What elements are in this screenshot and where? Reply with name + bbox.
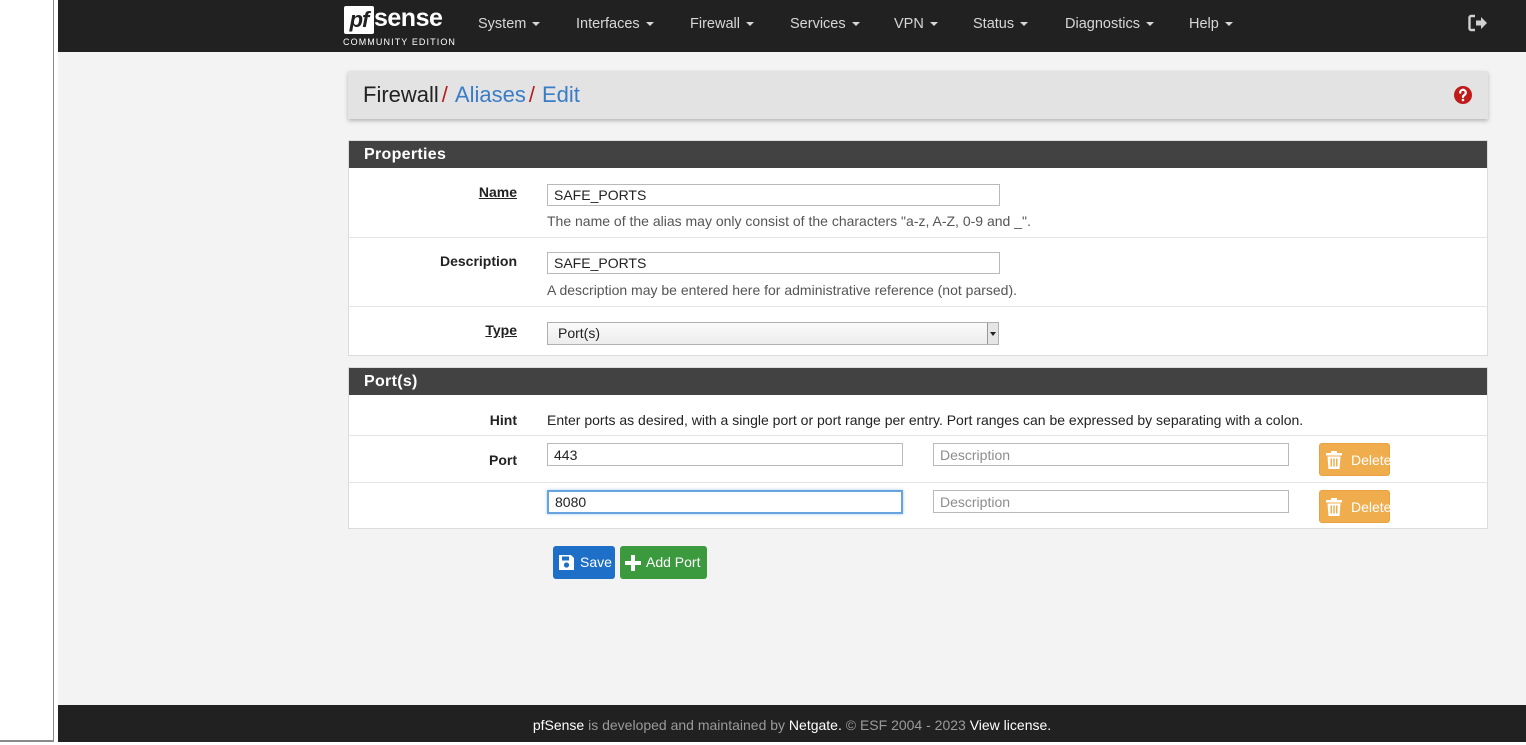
save-label: Save <box>580 554 612 570</box>
footer: pfSense is developed and maintained by N… <box>58 705 1526 742</box>
logo-mark: pf <box>344 6 374 34</box>
breadcrumb-separator: / <box>441 82 448 107</box>
breadcrumb-aliases-link[interactable]: Aliases <box>455 82 526 107</box>
top-navbar: pf sense COMMUNITY EDITION System Interf… <box>58 0 1526 52</box>
hint-text: Enter ports as desired, with a single po… <box>547 412 1304 428</box>
port-row: Port Delete <box>349 435 1487 482</box>
chevron-down-icon <box>929 22 938 27</box>
port-input-1[interactable] <box>547 443 903 466</box>
chevron-down-icon <box>645 22 654 27</box>
nav-help[interactable]: Help <box>1189 0 1233 48</box>
description-help-text: A description may be entered here for ad… <box>547 282 1018 298</box>
nav-firewall-label: Firewall <box>690 16 740 32</box>
name-label: Name <box>478 184 517 200</box>
port-description-input-2[interactable] <box>933 490 1289 513</box>
type-label: Type <box>485 322 517 338</box>
save-icon <box>559 555 574 570</box>
properties-panel: Properties Name The name of the alias ma… <box>348 140 1488 356</box>
breadcrumb: Firewall / Aliases / Edit <box>363 82 580 108</box>
footer-text-2: © ESF 2004 - 2023 <box>841 717 970 733</box>
port-input-2[interactable] <box>547 490 903 514</box>
nav-vpn-label: VPN <box>894 16 924 32</box>
plus-icon <box>625 555 641 571</box>
nav-services-label: Services <box>790 16 846 32</box>
select-arrow-icon <box>987 323 998 344</box>
nav-diagnostics-label: Diagnostics <box>1065 16 1140 32</box>
hint-label: Hint <box>489 412 517 428</box>
ports-heading: Port(s) <box>349 368 1487 395</box>
trash-icon <box>1326 498 1342 516</box>
breadcrumb-bar: Firewall / Aliases / Edit <box>348 71 1488 119</box>
footer-netgate-link[interactable]: Netgate. <box>789 717 842 733</box>
chevron-down-icon <box>532 22 541 27</box>
pfsense-logo[interactable]: pf sense COMMUNITY EDITION <box>343 4 457 48</box>
port-label: Port <box>489 452 517 468</box>
delete-label: Delete <box>1351 499 1392 515</box>
nav-services[interactable]: Services <box>790 0 860 48</box>
nav-firewall[interactable]: Firewall <box>690 0 754 48</box>
nav-diagnostics[interactable]: Diagnostics <box>1065 0 1154 48</box>
chevron-down-icon <box>851 22 860 27</box>
port-row: Delete <box>349 482 1487 529</box>
nav-vpn[interactable]: VPN <box>894 0 938 48</box>
breadcrumb-edit-link[interactable]: Edit <box>542 82 580 107</box>
trash-icon <box>1326 451 1342 469</box>
delete-label: Delete <box>1351 452 1392 468</box>
description-input[interactable] <box>547 252 1000 274</box>
add-port-label: Add Port <box>646 554 701 570</box>
description-row: Description A description may be entered… <box>349 237 1487 306</box>
footer-license-link[interactable]: View license. <box>970 717 1051 733</box>
logo-word: sense <box>374 4 443 32</box>
breadcrumb-separator: / <box>528 82 535 107</box>
chevron-down-icon <box>1224 22 1233 27</box>
nav-interfaces-label: Interfaces <box>576 16 640 32</box>
name-input[interactable] <box>547 184 1000 206</box>
nav-system[interactable]: System <box>478 0 541 48</box>
type-row: Type Port(s) <box>349 306 1487 355</box>
nav-interfaces[interactable]: Interfaces <box>576 0 654 48</box>
sign-out-icon[interactable] <box>1468 14 1490 34</box>
ports-panel: Port(s) Hint Enter ports as desired, wit… <box>348 367 1488 529</box>
question-circle-icon[interactable] <box>1453 85 1473 105</box>
nav-system-label: System <box>478 16 527 32</box>
name-help-text: The name of the alias may only consist o… <box>547 213 1031 229</box>
name-row: Name The name of the alias may only cons… <box>349 168 1487 237</box>
logo-edition: COMMUNITY EDITION <box>343 37 457 47</box>
pfsense-app: pf sense COMMUNITY EDITION System Interf… <box>58 0 1526 742</box>
breadcrumb-firewall: Firewall <box>363 82 439 107</box>
description-label: Description <box>439 253 517 269</box>
type-select[interactable]: Port(s) <box>547 322 999 345</box>
footer-pfsense-link[interactable]: pfSense <box>533 717 584 733</box>
chevron-down-icon <box>1145 22 1154 27</box>
delete-button-2[interactable]: Delete <box>1319 490 1392 523</box>
properties-heading: Properties <box>349 141 1487 168</box>
nav-status[interactable]: Status <box>973 0 1029 48</box>
add-port-button[interactable]: Add Port <box>620 546 707 579</box>
type-select-value: Port(s) <box>558 325 600 341</box>
nav-help-label: Help <box>1189 16 1219 32</box>
hint-row: Hint Enter ports as desired, with a sing… <box>349 395 1487 435</box>
save-button[interactable]: Save <box>553 546 615 579</box>
left-side-strip <box>0 0 54 742</box>
chevron-down-icon <box>745 22 754 27</box>
footer-text-1: is developed and maintained by <box>584 717 789 733</box>
delete-button-1[interactable]: Delete <box>1319 443 1392 476</box>
port-description-input-1[interactable] <box>933 443 1289 466</box>
nav-status-label: Status <box>973 16 1015 32</box>
chevron-down-icon <box>1020 22 1029 27</box>
